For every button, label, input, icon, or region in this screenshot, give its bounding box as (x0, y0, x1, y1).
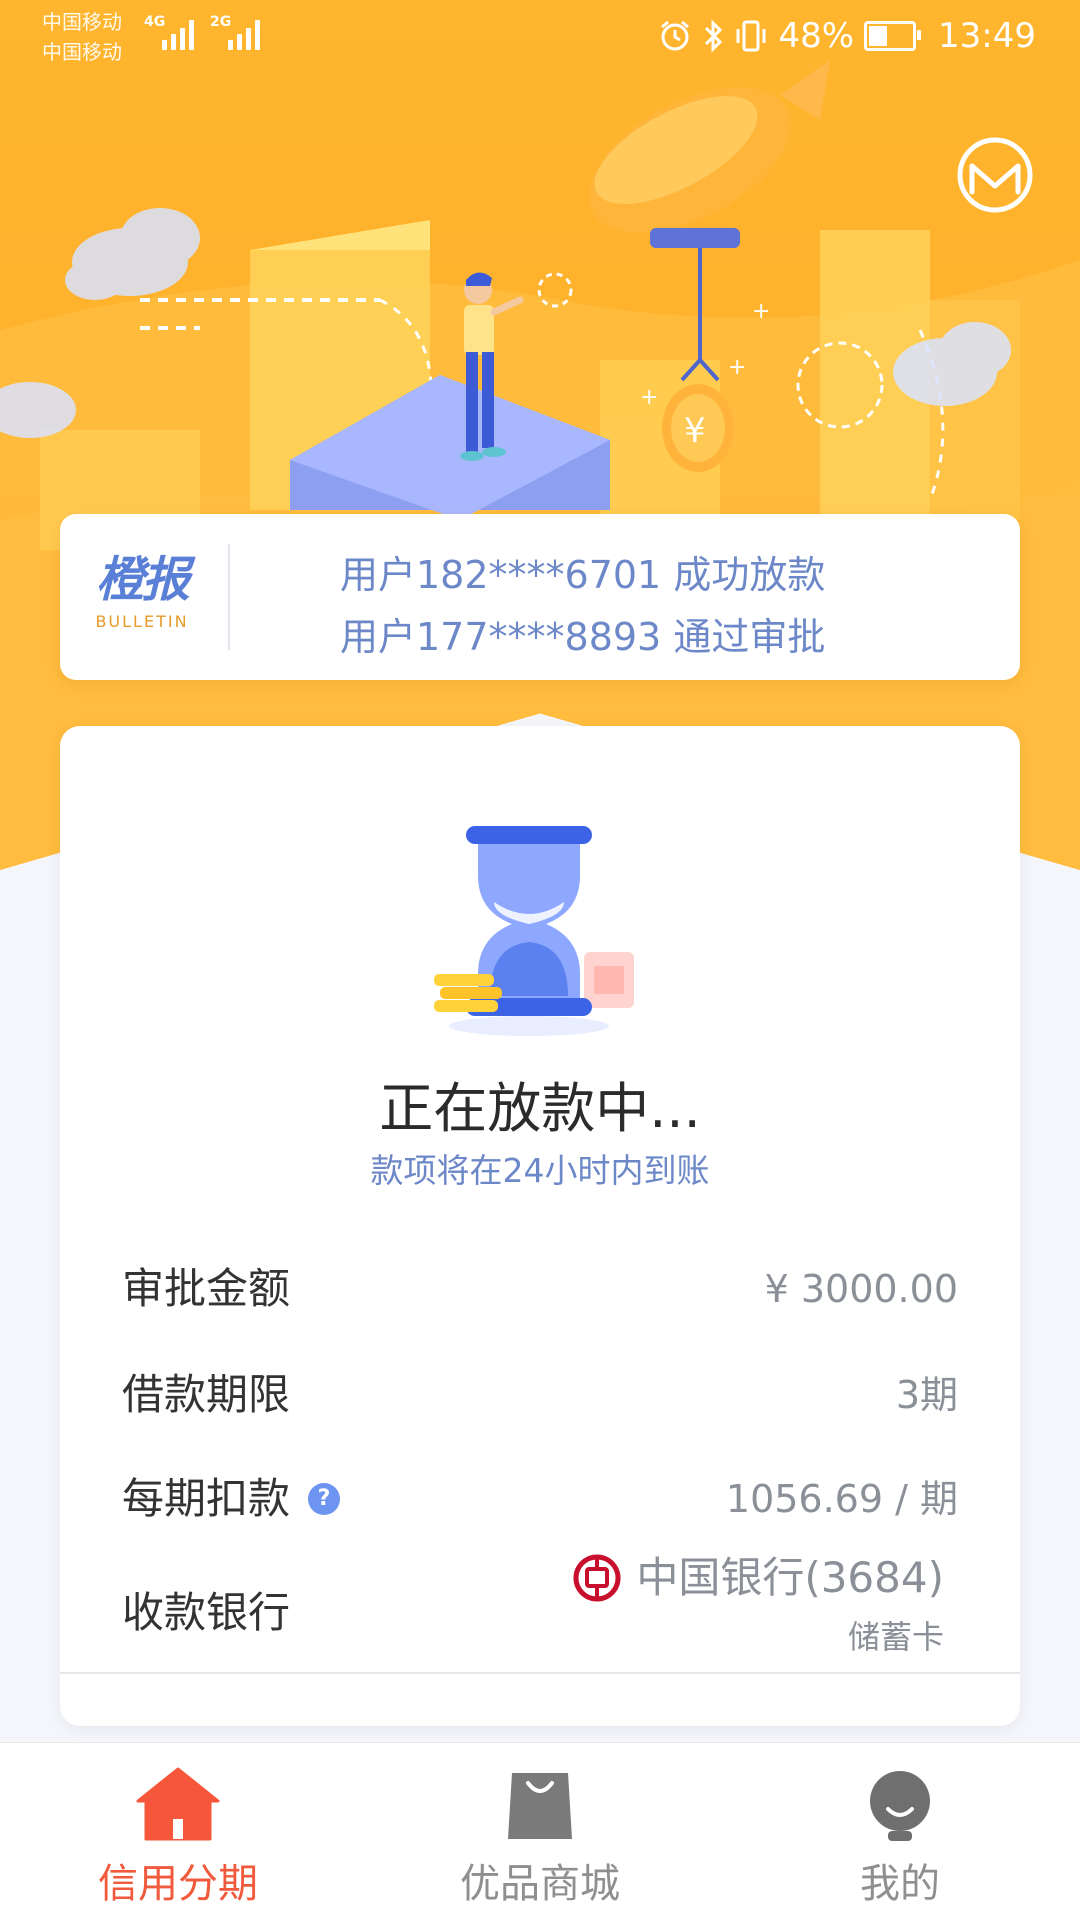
bulletin-line: 用户177****8893 通过审批 (340, 615, 826, 659)
tab-label: 优品商城 (460, 1861, 620, 1907)
home-icon (136, 1767, 220, 1841)
hourglass-icon (434, 826, 634, 1036)
receiving-bank-label: 收款银行 (122, 1588, 291, 1637)
bulletin-divider (228, 544, 230, 650)
bulletin-logo-en: BULLETIN (95, 612, 189, 631)
tab-label: 我的 (860, 1861, 940, 1907)
bottom-tab-bar: 信用分期 优品商城 我的 (0, 1742, 1080, 1921)
loan-term-value: 3期 (895, 1373, 958, 1417)
loan-term-label: 借款期限 (122, 1370, 291, 1419)
installment-label-wrap: 每期扣款 ? (122, 1464, 341, 1534)
bank-name: 中国银行(3684) (636, 1553, 944, 1602)
tab-mall[interactable]: 优品商城 (390, 1743, 690, 1921)
receiving-bank-row[interactable]: 收款银行 中国银行(3684) 储蓄卡 (122, 1553, 958, 1660)
approved-amount-value: ¥ 3000.00 (764, 1267, 958, 1311)
bank-of-china-icon (573, 1554, 621, 1602)
svg-text:+: + (752, 299, 770, 324)
installment-label: 每期扣款 (122, 1474, 291, 1523)
tab-credit-installment[interactable]: 信用分期 (28, 1743, 328, 1921)
status-bar: 中国移动 中国移动 4G 2G 48% 13:49 (0, 0, 1080, 72)
bulletin-logo-cn: 橙报 (95, 552, 190, 608)
card-divider (60, 1672, 1020, 1674)
carrier-1: 中国移动 (42, 10, 122, 34)
vibrate-icon (736, 20, 766, 52)
svg-text:+: + (640, 385, 658, 410)
loan-term-row: 借款期限 3期 (122, 1360, 958, 1430)
receiving-bank-value: 中国银行(3684) 储蓄卡 (572, 1550, 944, 1658)
installment-value: 1056.69 / 期 (725, 1477, 958, 1521)
bulletin-messages: 用户182****6701 成功放款 用户177****8893 通过审批 (340, 544, 960, 668)
profile-icon (870, 1771, 930, 1841)
status-title: 正在放款中... (379, 1077, 701, 1140)
installment-row: 每期扣款 ? 1056.69 / 期 (122, 1464, 958, 1534)
approved-amount-row: 审批金额 ¥ 3000.00 (122, 1254, 958, 1324)
alarm-icon (661, 20, 690, 51)
battery-percent: 48% (778, 16, 855, 56)
loan-status-card: 正在放款中... 款项将在24小时内到账 审批金额 ¥ 3000.00 借款期限… (60, 726, 1020, 1726)
approved-amount-label: 审批金额 (122, 1264, 291, 1313)
bulletin-card[interactable]: 橙报 BULLETIN 用户182****6701 成功放款 用户177****… (60, 514, 1020, 680)
card-type: 储蓄卡 (847, 1618, 944, 1656)
battery-icon (864, 21, 922, 51)
bulletin-logo: 橙报 BULLETIN (86, 552, 198, 631)
signal-icon (228, 18, 268, 50)
bluetooth-icon (705, 19, 723, 53)
status-subtitle: 款项将在24小时内到账 (370, 1151, 710, 1190)
svg-text:+: + (728, 355, 746, 380)
signal-icon (162, 18, 202, 50)
svg-text:¥: ¥ (684, 411, 706, 451)
tab-label: 信用分期 (98, 1861, 258, 1907)
help-icon[interactable]: ? (308, 1483, 341, 1515)
shopping-bag-icon (508, 1773, 572, 1839)
message-icon[interactable] (956, 136, 1034, 214)
bulletin-line: 用户182****6701 成功放款 (340, 553, 826, 597)
tab-mine[interactable]: 我的 (750, 1743, 1050, 1921)
clock: 13:49 (938, 16, 1036, 56)
carrier-2: 中国移动 (42, 40, 122, 64)
